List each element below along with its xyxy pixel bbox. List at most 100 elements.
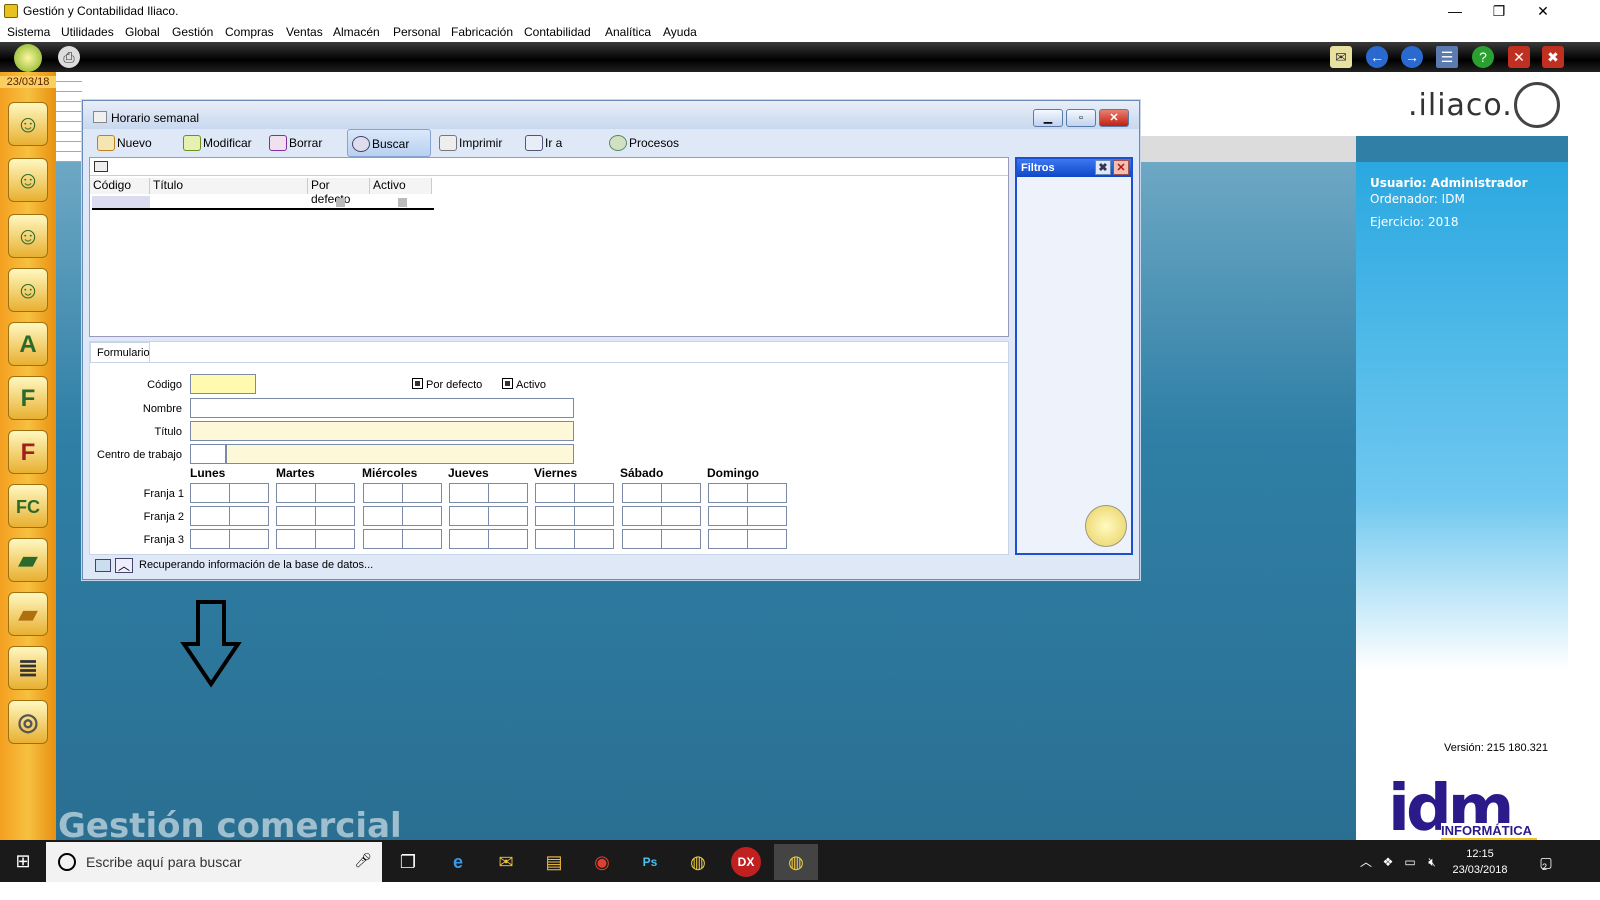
orange-bag-icon[interactable]: ▰ bbox=[8, 592, 48, 636]
franja-time-input[interactable] bbox=[229, 529, 269, 549]
procesos-button[interactable]: Procesos bbox=[605, 129, 679, 157]
nuevo-button[interactable]: Nuevo bbox=[93, 129, 152, 157]
franja-time-input[interactable] bbox=[362, 529, 403, 549]
franja-time-input[interactable] bbox=[621, 529, 662, 549]
franja-time-input[interactable] bbox=[574, 529, 615, 549]
franja-time-input[interactable] bbox=[448, 529, 489, 549]
franja-time-input[interactable] bbox=[276, 483, 317, 503]
filtros-close-icon[interactable]: ✕ bbox=[1113, 160, 1129, 175]
exit-icon[interactable]: ✖ bbox=[1542, 46, 1564, 68]
close-button[interactable]: ✕ bbox=[1520, 0, 1566, 22]
letter-a-icon[interactable]: A bbox=[8, 322, 48, 366]
iliaco-active-app-icon[interactable]: ◍ bbox=[774, 844, 818, 880]
status-grid-icon[interactable] bbox=[95, 559, 111, 572]
franja-time-input[interactable] bbox=[315, 506, 356, 526]
franja-time-input[interactable] bbox=[535, 529, 576, 549]
franja-time-input[interactable] bbox=[190, 506, 230, 526]
franja-time-input[interactable] bbox=[707, 529, 748, 549]
franja-time-input[interactable] bbox=[401, 506, 442, 526]
photoshop-icon[interactable]: Ps bbox=[630, 844, 670, 880]
por-defecto-checkbox[interactable]: Por defecto bbox=[412, 378, 482, 391]
franja-time-input[interactable] bbox=[401, 529, 442, 549]
franja-time-input[interactable] bbox=[448, 506, 489, 526]
chrome-icon[interactable]: ◉ bbox=[582, 844, 622, 880]
franja-time-input[interactable] bbox=[621, 506, 662, 526]
franja-time-input[interactable] bbox=[746, 529, 787, 549]
franja-time-input[interactable] bbox=[487, 506, 528, 526]
menu-compras[interactable]: Compras bbox=[225, 25, 274, 39]
franja-time-input[interactable] bbox=[660, 483, 701, 503]
franja-time-input[interactable] bbox=[448, 483, 489, 503]
menu-contabilidad[interactable]: Contabilidad bbox=[524, 25, 591, 39]
franja-time-input[interactable] bbox=[401, 483, 442, 503]
franja-time-input[interactable] bbox=[362, 506, 403, 526]
franja-time-input[interactable] bbox=[362, 483, 403, 503]
taskbar-search[interactable]: Escribe aquí para buscar 🎤︎ bbox=[46, 842, 382, 882]
franja-time-input[interactable] bbox=[487, 483, 528, 503]
buscar-button[interactable]: Buscar bbox=[347, 129, 431, 157]
grid-menu-icon[interactable] bbox=[94, 161, 108, 172]
menu-ventas[interactable]: Ventas bbox=[286, 25, 323, 39]
close-app-icon[interactable]: ✕ bbox=[1508, 46, 1530, 68]
taskbar-clock[interactable]: 12:15 23/03/2018 bbox=[1440, 846, 1520, 878]
franja-time-input[interactable] bbox=[574, 483, 615, 503]
activo-checkbox[interactable]: Activo bbox=[502, 378, 546, 391]
restore-button[interactable]: ❐ bbox=[1476, 0, 1522, 22]
dx-app-icon[interactable]: DX bbox=[731, 847, 761, 877]
menu-utilidades[interactable]: Utilidades bbox=[61, 25, 114, 39]
franja-time-input[interactable] bbox=[660, 506, 701, 526]
franja-time-input[interactable] bbox=[574, 506, 615, 526]
franja-time-input[interactable] bbox=[190, 483, 230, 503]
filtros-pin-icon[interactable]: ✖ bbox=[1095, 160, 1111, 175]
centro-trabajo-name-input[interactable] bbox=[226, 444, 574, 464]
franja-time-input[interactable] bbox=[707, 506, 748, 526]
letter-f-icon[interactable]: F bbox=[8, 376, 48, 420]
green-bag-icon[interactable]: ▰ bbox=[8, 538, 48, 582]
borrar-button[interactable]: Borrar bbox=[265, 129, 322, 157]
grid-header-codigo[interactable]: Código bbox=[90, 178, 150, 194]
franja-time-input[interactable] bbox=[535, 483, 576, 503]
franja-time-input[interactable] bbox=[229, 483, 269, 503]
table-row[interactable] bbox=[92, 196, 434, 210]
grid-header-por-defecto[interactable]: Por defecto bbox=[308, 178, 370, 206]
microphone-icon[interactable]: 🎤︎ bbox=[354, 852, 372, 869]
minimize-button[interactable]: — bbox=[1432, 0, 1478, 22]
home-globe-icon[interactable] bbox=[14, 44, 42, 72]
menu-fabricacion[interactable]: Fabricación bbox=[451, 25, 513, 39]
person-a-icon[interactable]: ☺ bbox=[8, 268, 48, 312]
person-icon[interactable]: ☺ bbox=[8, 158, 48, 202]
franja-time-input[interactable] bbox=[276, 506, 317, 526]
mail-app-icon[interactable]: ✉ bbox=[486, 844, 526, 880]
franja-time-input[interactable] bbox=[315, 529, 356, 549]
dropbox-icon[interactable]: ❖ bbox=[1378, 844, 1398, 880]
codigo-input[interactable] bbox=[190, 374, 256, 394]
franja-time-input[interactable] bbox=[190, 529, 230, 549]
row-checkbox-activo[interactable] bbox=[398, 198, 407, 207]
records-grid[interactable]: Código Título Por defecto Activo bbox=[89, 157, 1009, 337]
row-checkbox-por-defecto[interactable] bbox=[336, 198, 345, 207]
franja-time-input[interactable] bbox=[535, 506, 576, 526]
franja-time-input[interactable] bbox=[621, 483, 662, 503]
menu-sistema[interactable]: Sistema bbox=[7, 25, 50, 39]
modificar-button[interactable]: Modificar bbox=[179, 129, 252, 157]
forward-arrow-icon[interactable]: → bbox=[1401, 46, 1423, 68]
franja-time-input[interactable] bbox=[746, 483, 787, 503]
menu-gestion[interactable]: Gestión bbox=[172, 25, 213, 39]
back-arrow-icon[interactable]: ← bbox=[1366, 46, 1388, 68]
dialog-close-button[interactable]: ✕ bbox=[1099, 109, 1129, 127]
franja-time-input[interactable] bbox=[707, 483, 748, 503]
person-p-icon[interactable]: ☺ bbox=[8, 214, 48, 258]
assistant-icon[interactable] bbox=[1085, 505, 1127, 547]
file-explorer-icon[interactable]: ▤ bbox=[534, 844, 574, 880]
franja-time-input[interactable] bbox=[315, 483, 356, 503]
window-list-icon[interactable]: ☰ bbox=[1436, 46, 1458, 68]
dialog-maximize-button[interactable]: ▫ bbox=[1066, 109, 1096, 127]
menu-almacen[interactable]: Almacén bbox=[333, 25, 380, 39]
help-icon[interactable]: ? bbox=[1472, 46, 1494, 68]
dialog-titlebar[interactable]: Horario semanal ▁ ▫ ✕ bbox=[83, 101, 1139, 129]
franja-time-input[interactable] bbox=[487, 529, 528, 549]
franja-time-input[interactable] bbox=[660, 529, 701, 549]
disc-wand-icon[interactable]: ◎ bbox=[8, 700, 48, 744]
franja-time-input[interactable] bbox=[276, 529, 317, 549]
franja-time-input[interactable] bbox=[229, 506, 269, 526]
